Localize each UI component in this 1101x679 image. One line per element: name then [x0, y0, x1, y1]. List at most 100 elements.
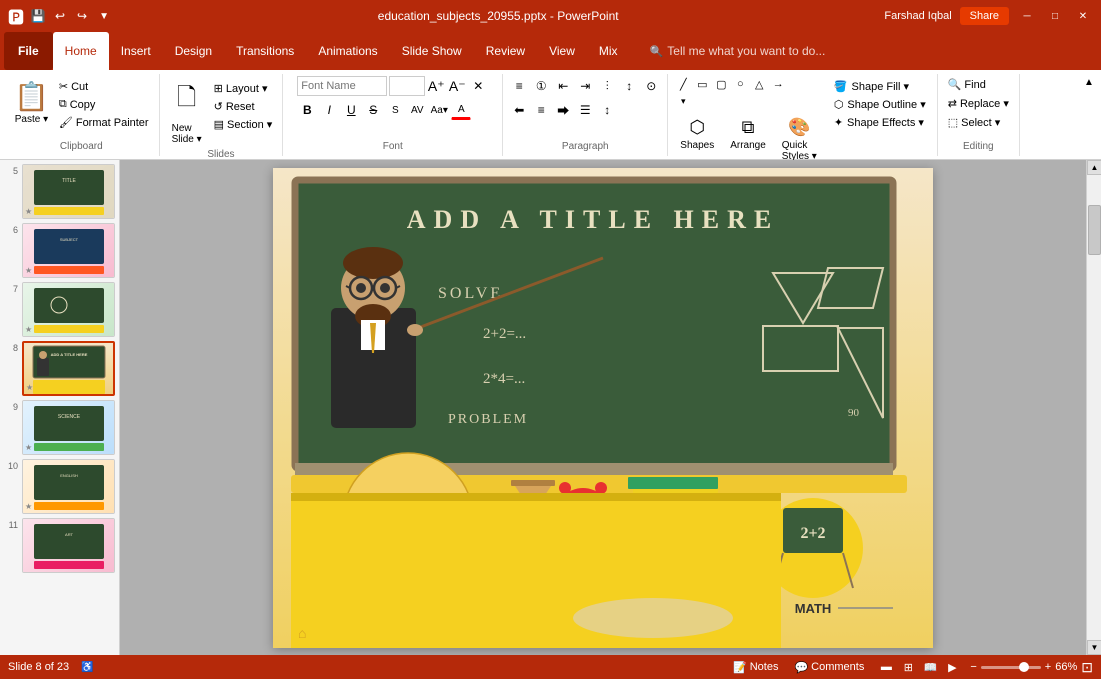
ribbon-collapse-btn[interactable]: ▲ — [1081, 74, 1097, 90]
shape-rect[interactable]: ▭ — [693, 76, 711, 92]
shape-arrow[interactable]: → — [769, 76, 787, 92]
line-spacing-btn[interactable]: ↕ — [597, 100, 617, 120]
replace-button[interactable]: ⇄ Replace ▾ — [944, 95, 1013, 112]
layout-button[interactable]: ⊞ Layout ▾ — [210, 80, 277, 97]
section-button[interactable]: ▤ Section ▾ — [210, 116, 277, 133]
bold-button[interactable]: B — [297, 100, 317, 120]
align-right-btn[interactable]: ⮕ — [553, 100, 573, 120]
vertical-scrollbar[interactable]: ▲ ▼ — [1086, 160, 1101, 655]
close-btn[interactable]: ✕ — [1073, 6, 1093, 26]
fit-slide-btn[interactable]: ⊡ — [1081, 659, 1093, 676]
font-size-input[interactable] — [389, 76, 425, 96]
undo-btn[interactable]: ↩ — [52, 8, 68, 24]
menubar: File Home Insert Design Transitions Anim… — [0, 32, 1101, 70]
arrange-button[interactable]: ⧉ Arrange — [724, 113, 772, 166]
text-direction-btn[interactable]: ↕ — [619, 76, 639, 96]
menu-transitions[interactable]: Transitions — [224, 32, 306, 70]
menu-animations[interactable]: Animations — [306, 32, 389, 70]
comments-button[interactable]: 💬 Comments — [790, 659, 868, 676]
menu-insert[interactable]: Insert — [109, 32, 163, 70]
shape-fill-button[interactable]: 🪣 Shape Fill ▾ — [829, 78, 931, 95]
bullets-btn[interactable]: ≡ — [509, 76, 529, 96]
slides-group: 🗋 NewSlide ▾ ⊞ Layout ▾ ↺ Reset ▤ Sectio… — [160, 74, 284, 156]
font-size-decrease[interactable]: A⁻ — [447, 76, 467, 96]
find-button[interactable]: 🔍 Find — [944, 76, 990, 93]
reset-icon: ↺ — [214, 100, 223, 113]
accessibility-btn[interactable]: ♿ — [77, 660, 97, 675]
column-btn[interactable]: ⫶ — [597, 76, 617, 96]
menu-search[interactable]: 🔍 Tell me what you want to do... — [638, 32, 838, 70]
font-name-input[interactable] — [297, 76, 387, 96]
slide-thumb-10[interactable]: 10 ENGLISH ★ — [4, 459, 115, 514]
indent-increase-btn[interactable]: ⇥ — [575, 76, 595, 96]
slide-thumb-7[interactable]: 7 ★ — [4, 282, 115, 337]
shape-more[interactable]: ▾ — [674, 93, 692, 109]
italic-button[interactable]: I — [319, 100, 339, 120]
format-painter-button[interactable]: 🖌 Format Painter — [55, 114, 153, 131]
numbered-list-btn[interactable]: ① — [531, 76, 551, 96]
shape-rounded-rect[interactable]: ▢ — [712, 76, 730, 92]
shape-effects-button[interactable]: ✦ Shape Effects ▾ — [829, 114, 931, 131]
shape-outline-button[interactable]: ⬡ Shape Outline ▾ — [829, 96, 931, 113]
menu-design[interactable]: Design — [163, 32, 224, 70]
indent-decrease-btn[interactable]: ⇤ — [553, 76, 573, 96]
cut-button[interactable]: ✂ Cut — [55, 78, 153, 95]
slide-thumb-9[interactable]: 9 SCIENCE ★ — [4, 400, 115, 455]
slide-thumb-5[interactable]: 5 TITLE ★ — [4, 164, 115, 219]
menu-mix[interactable]: Mix — [587, 32, 630, 70]
menu-view[interactable]: View — [537, 32, 587, 70]
slide-thumb-8[interactable]: 8 ADD A TITLE HERE ★ — [4, 341, 115, 396]
paste-button[interactable]: 📋 Paste ▾ — [10, 76, 53, 129]
scroll-down-btn[interactable]: ▼ — [1087, 640, 1101, 655]
menu-review[interactable]: Review — [474, 32, 537, 70]
quick-styles-button[interactable]: 🎨 QuickStyles ▾ — [776, 113, 823, 166]
font-size-increase[interactable]: A⁺ — [426, 76, 446, 96]
customize-btn[interactable]: ▼ — [96, 8, 112, 24]
scroll-up-btn[interactable]: ▲ — [1087, 160, 1101, 175]
clear-formatting-btn[interactable]: ✕ — [468, 76, 488, 96]
change-case-btn[interactable]: Aa▾ — [429, 100, 449, 120]
menu-file[interactable]: File — [4, 32, 53, 70]
redo-btn[interactable]: ↪ — [74, 8, 90, 24]
select-button[interactable]: ⬚ Select ▾ — [944, 114, 1005, 131]
select-icon: ⬚ — [948, 116, 958, 129]
menu-slideshow[interactable]: Slide Show — [390, 32, 474, 70]
maximize-btn[interactable]: □ — [1045, 6, 1065, 26]
zoom-in-btn[interactable]: + — [1045, 661, 1051, 673]
shadow-button[interactable]: S — [385, 100, 405, 120]
slide-thumb-11[interactable]: 11 ART — [4, 518, 115, 573]
view-slideshow-btn[interactable]: ▶ — [942, 658, 962, 676]
justify-btn[interactable]: ☰ — [575, 100, 595, 120]
shape-line[interactable]: ╱ — [674, 76, 692, 92]
shape-circle[interactable]: ○ — [731, 76, 749, 92]
minimize-btn[interactable]: ─ — [1017, 6, 1037, 26]
shapes-button[interactable]: ⬡ Shapes — [674, 113, 720, 166]
font-color-btn[interactable]: A — [451, 100, 471, 120]
share-button[interactable]: Share — [960, 7, 1009, 25]
reset-button[interactable]: ↺ Reset — [210, 98, 277, 115]
copy-button[interactable]: ⧉ Copy — [55, 96, 153, 113]
view-normal-btn[interactable]: ▬ — [876, 658, 896, 676]
new-slide-button[interactable]: 🗋 NewSlide ▾ — [166, 76, 208, 149]
zoom-slider[interactable] — [981, 666, 1041, 669]
paste-icon: 📋 — [14, 80, 49, 113]
menu-home[interactable]: Home — [53, 32, 109, 70]
zoom-thumb[interactable] — [1019, 662, 1029, 672]
view-reading-btn[interactable]: 📖 — [920, 658, 940, 676]
shape-triangle[interactable]: △ — [750, 76, 768, 92]
notes-button[interactable]: 📝 Notes — [729, 659, 782, 676]
strikethrough-button[interactable]: S — [363, 100, 383, 120]
font-spacing-btn[interactable]: AV — [407, 100, 427, 120]
slide-canvas[interactable]: ADD A TITLE HERE SOLVE 2+2=... 2*4=... P… — [273, 168, 933, 648]
scroll-thumb[interactable] — [1088, 205, 1101, 255]
view-slide-sorter-btn[interactable]: ⊞ — [898, 658, 918, 676]
quick-save[interactable]: 💾 — [30, 8, 46, 24]
zoom-out-btn[interactable]: − — [970, 661, 976, 673]
underline-button[interactable]: U — [341, 100, 361, 120]
align-left-btn[interactable]: ⬅ — [509, 100, 529, 120]
smart-art-btn[interactable]: ⊙ — [641, 76, 661, 96]
shapes-palette: ╱ ▭ ▢ ○ △ → ▾ — [674, 76, 823, 109]
slide-thumb-6[interactable]: 6 SUBJECT ★ — [4, 223, 115, 278]
align-center-btn[interactable]: ≡ — [531, 100, 551, 120]
find-icon: 🔍 — [948, 78, 962, 91]
